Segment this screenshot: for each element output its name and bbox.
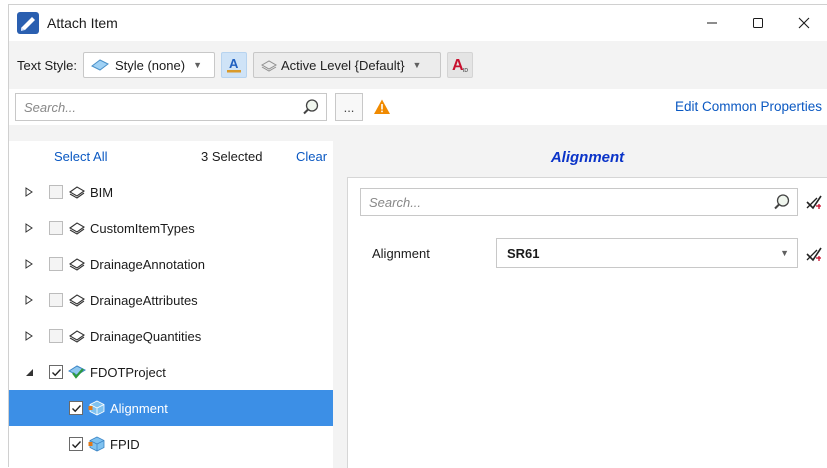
tree-checkbox[interactable]	[69, 401, 83, 415]
tree-item-label: DrainageQuantities	[90, 328, 202, 344]
item-type-library-icon	[68, 258, 86, 271]
tree-checkbox[interactable]	[49, 221, 63, 235]
item-type-library-attached-icon	[68, 365, 86, 379]
search-box	[15, 93, 327, 121]
item-type-icon	[88, 436, 105, 452]
text-style-dropdown[interactable]: Style (none) ▼	[82, 52, 215, 78]
text-attributes-button[interactable]: A ID	[446, 52, 473, 78]
tree-item-label: BIM	[90, 184, 114, 200]
properties-search-box	[360, 188, 798, 216]
chevron-down-icon: ▼	[193, 60, 202, 70]
expand-icon[interactable]	[23, 186, 35, 198]
tree-header: Select All 3 Selected Clear	[9, 141, 333, 171]
item-type-tree: BIM CustomItemTypes DrainageAnnotation D…	[9, 174, 333, 462]
properties-box: Alignment SR61 ▼	[347, 177, 827, 468]
search-bar: ... Edit Common Properties	[9, 89, 827, 125]
clear-property-icon[interactable]	[804, 244, 824, 264]
tree-item-label: FPID	[110, 436, 140, 452]
expand-icon[interactable]	[23, 330, 35, 342]
search-icon[interactable]	[302, 98, 320, 116]
level-dropdown[interactable]: Active Level {Default} ▼	[252, 52, 441, 78]
close-icon	[798, 17, 810, 29]
minimize-icon	[707, 22, 717, 24]
pane-splitter[interactable]	[333, 141, 347, 468]
tree-item-fdotproject[interactable]: FDOTProject	[9, 354, 333, 390]
tree-item-drainagequantities[interactable]: DrainageQuantities	[9, 318, 333, 354]
close-button[interactable]	[781, 5, 827, 41]
selected-count: 3 Selected	[201, 149, 263, 164]
text-style-label: Text Style:	[17, 57, 77, 73]
tree-checkbox[interactable]	[49, 329, 63, 343]
search-input[interactable]	[22, 98, 302, 116]
properties-search-input[interactable]	[367, 193, 773, 211]
tree-checkbox[interactable]	[69, 437, 83, 451]
svg-text:ID: ID	[463, 68, 468, 74]
tree-checkbox[interactable]	[49, 365, 63, 379]
checkmark-icon	[71, 440, 81, 448]
property-value: SR61	[507, 245, 540, 261]
select-all-link[interactable]: Select All	[54, 149, 107, 164]
tree-item-drainageattributes[interactable]: DrainageAttributes	[9, 282, 333, 318]
expand-icon[interactable]	[23, 222, 35, 234]
maximize-button[interactable]	[735, 5, 781, 41]
clear-filter-icon[interactable]	[804, 192, 824, 212]
window-title: Attach Item	[47, 15, 118, 31]
properties-title: Alignment	[550, 149, 625, 166]
tree-checkbox[interactable]	[49, 257, 63, 271]
property-label-alignment: Alignment	[372, 246, 430, 261]
more-options-button[interactable]: ...	[335, 93, 363, 121]
item-type-library-icon	[68, 222, 86, 235]
app-icon	[17, 12, 39, 34]
chevron-down-icon: ▼	[412, 60, 422, 70]
item-type-icon	[88, 400, 105, 416]
level-icon	[260, 60, 277, 72]
tree-item-label: CustomItemTypes	[90, 220, 195, 236]
level-value: Active Level {Default}	[280, 57, 405, 73]
checkmark-icon	[71, 404, 81, 412]
expand-icon[interactable]	[23, 294, 35, 306]
title-bar: Attach Item	[9, 5, 827, 41]
properties-pane: Alignment Alignment SR61 ▼	[347, 141, 827, 468]
tree-item-label: DrainageAnnotation	[90, 256, 205, 272]
item-type-library-icon	[68, 186, 86, 199]
tree-checkbox[interactable]	[49, 293, 63, 307]
tree-item-fpid[interactable]: FPID	[9, 426, 333, 462]
text-style-value: Style (none)	[114, 57, 186, 73]
text-style-button[interactable]: A	[220, 52, 247, 78]
tree-item-label: Alignment	[110, 400, 168, 416]
clear-link[interactable]: Clear	[296, 149, 327, 164]
svg-text:A: A	[229, 56, 239, 71]
warning-icon[interactable]	[373, 98, 391, 116]
collapse-icon[interactable]	[23, 366, 35, 378]
property-value-dropdown[interactable]: SR61 ▼	[496, 238, 798, 268]
item-type-tree-pane: Select All 3 Selected Clear BIM CustomIt…	[9, 141, 333, 468]
tree-item-bim[interactable]: BIM	[9, 174, 333, 210]
tree-item-customitemtypes[interactable]: CustomItemTypes	[9, 210, 333, 246]
item-type-library-icon	[68, 294, 86, 307]
search-icon[interactable]	[773, 193, 791, 211]
text-style-toolbar: Text Style: Style (none) ▼ A Active Leve…	[9, 49, 827, 81]
tree-checkbox[interactable]	[49, 185, 63, 199]
maximize-icon	[753, 18, 763, 28]
minimize-button[interactable]	[689, 5, 735, 41]
checkmark-icon	[51, 368, 61, 376]
attach-item-window: Attach Item Text Style: Style (none) ▼ A	[8, 4, 827, 468]
tree-item-label: FDOTProject	[90, 364, 166, 380]
expand-icon[interactable]	[23, 258, 35, 270]
text-attributes-icon: A ID	[452, 57, 468, 74]
tree-item-label: DrainageAttributes	[90, 292, 198, 308]
item-type-library-icon	[68, 330, 86, 343]
edit-common-properties-link[interactable]: Edit Common Properties	[675, 99, 822, 114]
tree-item-drainageannotation[interactable]: DrainageAnnotation	[9, 246, 333, 282]
text-style-a-icon: A	[226, 56, 241, 73]
style-icon	[91, 59, 109, 71]
tree-item-alignment[interactable]: Alignment	[9, 390, 333, 426]
chevron-down-icon: ▼	[780, 248, 789, 258]
